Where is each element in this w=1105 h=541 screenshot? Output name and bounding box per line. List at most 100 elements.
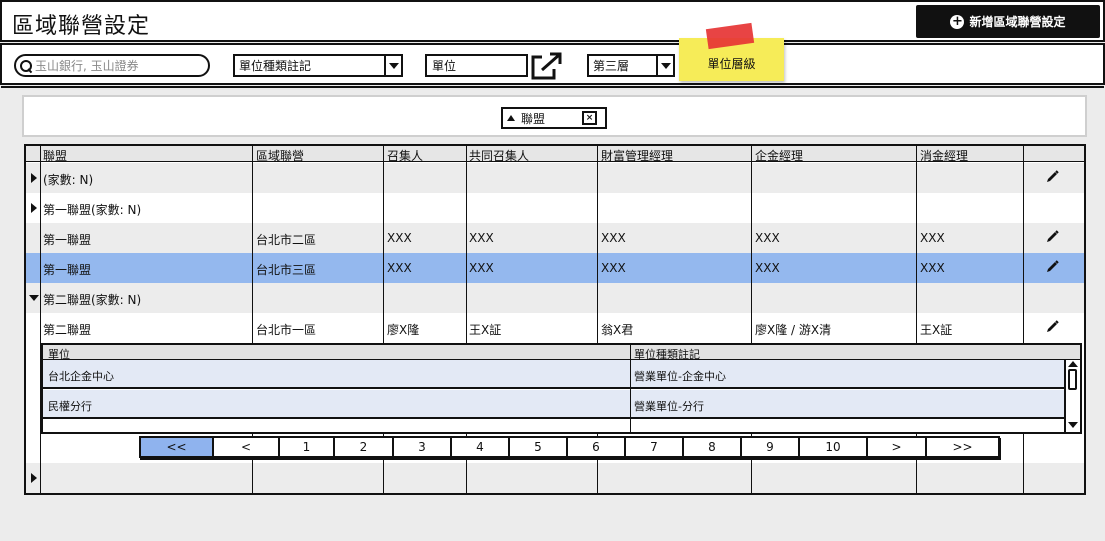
header-alliance[interactable]: 聯盟 xyxy=(43,147,67,164)
scroll-down-icon[interactable] xyxy=(1068,422,1078,428)
table-row[interactable]: 第二聯盟 台北市一區 廖X隆 王X証 翁X君 廖X隆 / 游X清 王X証 xyxy=(26,313,1084,343)
cell-corporate-manager: XXX xyxy=(755,261,780,275)
subtable-row[interactable]: 台北企金中心 營業單位-企金中心 xyxy=(43,360,1064,389)
edit-icon[interactable] xyxy=(1044,229,1060,245)
cell-consumer-manager: XXX xyxy=(920,261,945,275)
subtable-scrollbar[interactable] xyxy=(1064,360,1080,432)
cell-region: 台北市二區 xyxy=(256,233,317,247)
cell-co-convener: XXX xyxy=(469,231,494,245)
cell-consumer-manager: 王X証 xyxy=(920,323,953,337)
table-row-selected[interactable]: 第一聯盟 台北市三區 XXX XXX XXX XXX XXX xyxy=(26,253,1084,283)
pagination: << < 1 2 3 4 5 6 7 8 9 10 > >> xyxy=(139,436,1000,459)
group-chip-label: 聯盟 xyxy=(521,111,546,126)
page-next-button[interactable]: > xyxy=(868,436,927,458)
group-row-label: 第一聯盟(家數: N) xyxy=(43,203,142,217)
expand-icon[interactable] xyxy=(31,473,37,483)
page-button-3[interactable]: 3 xyxy=(394,436,452,458)
cell-convener: 廖X隆 xyxy=(387,323,420,337)
column-divider xyxy=(1023,146,1024,493)
cell-region: 台北市一區 xyxy=(256,323,317,337)
edit-icon[interactable] xyxy=(1044,259,1060,275)
page-button-1[interactable]: 1 xyxy=(280,436,335,458)
page-first-button[interactable]: << xyxy=(139,436,214,458)
search-box[interactable] xyxy=(14,54,210,77)
page-button-4[interactable]: 4 xyxy=(452,436,510,458)
page-button-2[interactable]: 2 xyxy=(335,436,394,458)
header-wealth-manager[interactable]: 財富管理經理 xyxy=(601,147,673,164)
subtable-row[interactable]: 民權分行 營業單位-分行 xyxy=(43,390,1064,419)
cell-corporate-manager: 廖X隆 / 游X清 xyxy=(755,323,832,337)
page-button-6[interactable]: 6 xyxy=(568,436,626,458)
subtable-cell-unit: 民權分行 xyxy=(48,400,92,413)
cell-co-convener: XXX xyxy=(469,261,494,275)
cell-wealth-manager: XXX xyxy=(601,231,626,245)
sticky-note-text: 單位層級 xyxy=(707,57,756,71)
edit-icon[interactable] xyxy=(1044,169,1060,185)
chevron-down-icon[interactable] xyxy=(656,56,673,75)
sort-up-icon[interactable] xyxy=(507,115,515,121)
layer-select[interactable]: 第三層 xyxy=(587,54,675,77)
group-row[interactable]: 第二聯盟(家數: N) xyxy=(26,283,1084,313)
unit-input[interactable]: 單位 xyxy=(425,54,528,77)
scroll-up-icon[interactable] xyxy=(1068,361,1078,367)
page-button-10[interactable]: 10 xyxy=(800,436,868,458)
subtable-cell-unit: 台北企金中心 xyxy=(48,370,114,383)
header-co-convener[interactable]: 共同召集人 xyxy=(469,147,529,164)
subtable-cell-unit-type: 營業單位-企金中心 xyxy=(634,370,726,383)
add-button-label: 新增區域聯營設定 xyxy=(969,15,1066,29)
scroll-thumb[interactable] xyxy=(1068,369,1077,390)
cell-wealth-manager: XXX xyxy=(601,261,626,275)
edit-icon[interactable] xyxy=(1044,319,1060,335)
detail-subtable: 單位 單位種類註記 台北企金中心 營業單位-企金中心 民權分行 營業單位-分行 xyxy=(41,343,1082,434)
chevron-down-icon[interactable] xyxy=(384,56,401,75)
page-button-8[interactable]: 8 xyxy=(684,436,742,458)
cell-alliance: 第二聯盟 xyxy=(43,323,92,337)
unit-type-select[interactable]: 單位種類註記 xyxy=(233,54,403,77)
cell-convener: XXX xyxy=(387,261,412,275)
expand-icon[interactable] xyxy=(31,173,37,183)
close-icon[interactable]: × xyxy=(582,111,597,125)
layer-select-value: 第三層 xyxy=(593,59,630,73)
cell-region: 台北市三區 xyxy=(256,263,317,277)
page-button-5[interactable]: 5 xyxy=(510,436,568,458)
header-corporate-manager[interactable]: 企金經理 xyxy=(755,147,803,164)
unit-input-value: 單位 xyxy=(432,59,457,73)
cell-corporate-manager: XXX xyxy=(755,231,780,245)
page-last-button[interactable]: >> xyxy=(927,436,1000,458)
data-grid: (家數: N) 第一聯盟(家數: N) 第一聯盟 台北市二區 XXX XXX X… xyxy=(24,144,1086,495)
column-divider xyxy=(40,146,41,493)
group-by-zone: 聯盟 × xyxy=(22,95,1087,137)
subtable-header: 單位 單位種類註記 xyxy=(43,345,1080,361)
grid-header: 聯盟 區域聯營 召集人 共同召集人 財富管理經理 企金經理 消金經理 xyxy=(26,146,1084,164)
add-region-setting-button[interactable]: + 新增區域聯營設定 xyxy=(916,5,1100,38)
subtable-column-divider xyxy=(630,345,631,432)
cell-co-convener: 王X証 xyxy=(469,323,502,337)
group-row[interactable] xyxy=(26,463,1084,493)
search-icon xyxy=(20,59,32,72)
filter-bar: 單位種類註記 單位 第三層 xyxy=(0,43,1105,85)
header-consumer-manager[interactable]: 消金經理 xyxy=(920,147,968,164)
cell-wealth-manager: 翁X君 xyxy=(601,323,634,337)
external-link-icon[interactable] xyxy=(529,51,563,81)
table-row[interactable]: 第一聯盟 台北市二區 XXX XXX XXX XXX XXX xyxy=(26,223,1084,253)
cell-alliance: 第一聯盟 xyxy=(43,263,92,277)
cell-alliance: 第一聯盟 xyxy=(43,233,92,247)
page-button-9[interactable]: 9 xyxy=(742,436,800,458)
expand-icon[interactable] xyxy=(31,203,37,213)
group-chip[interactable]: 聯盟 × xyxy=(501,107,607,129)
page-button-7[interactable]: 7 xyxy=(626,436,684,458)
main-panel: 聯盟 × (家數: N) 第一聯盟(家數: N) 第一聯盟 台北市二區 XXX … xyxy=(1,86,1104,541)
group-row[interactable]: (家數: N) xyxy=(26,163,1084,193)
header-convener[interactable]: 召集人 xyxy=(387,147,423,164)
cell-consumer-manager: XXX xyxy=(920,231,945,245)
search-input[interactable] xyxy=(35,58,195,73)
page-title: 區域聯營設定 xyxy=(12,14,151,39)
header-region[interactable]: 區域聯營 xyxy=(256,147,304,164)
subtable-cell-unit-type: 營業單位-分行 xyxy=(634,400,704,413)
collapse-icon[interactable] xyxy=(29,295,39,301)
group-row[interactable]: 第一聯盟(家數: N) xyxy=(26,193,1084,223)
plus-circle-icon: + xyxy=(950,14,965,29)
group-row-label: 第二聯盟(家數: N) xyxy=(43,293,142,307)
group-row-label: (家數: N) xyxy=(43,173,94,187)
page-prev-button[interactable]: < xyxy=(214,436,280,458)
